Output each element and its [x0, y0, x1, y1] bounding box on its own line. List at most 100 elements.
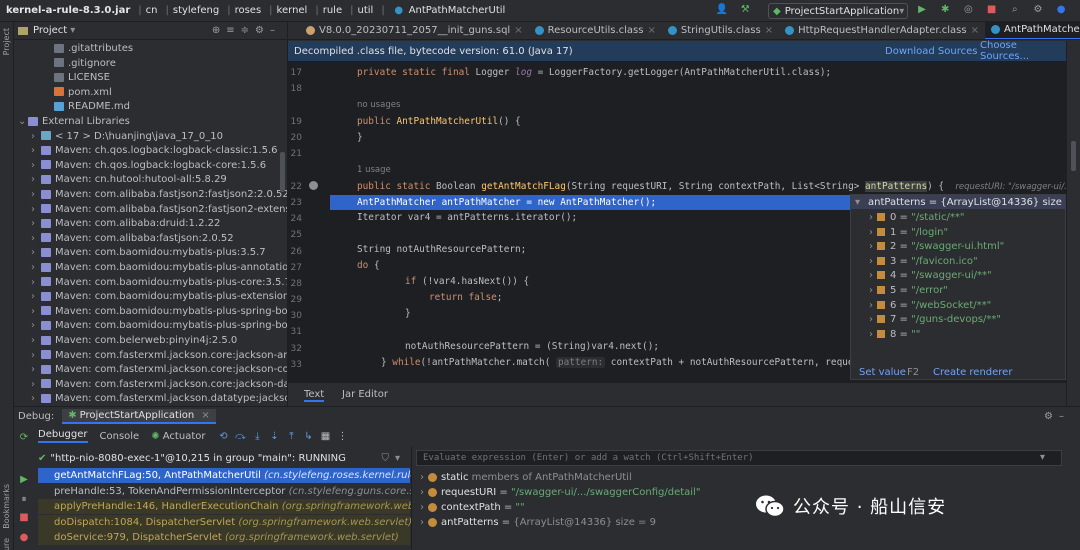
debug-session-tab[interactable]: ✱ ProjectStartApplication ×: [62, 409, 216, 424]
tree-item[interactable]: › Maven: com.belerweb:pinyin4j:2.5.0: [31, 334, 237, 349]
download-sources-link[interactable]: Download Sources: [885, 46, 977, 57]
line-number[interactable]: 32: [282, 344, 302, 354]
tab-text[interactable]: Text: [304, 389, 325, 402]
tree-item[interactable]: › Maven: com.baomidou:mybatis-plus-spring…: [31, 319, 287, 334]
collapse-all-icon[interactable]: ≡: [226, 25, 240, 36]
close-icon[interactable]: ×: [514, 25, 522, 36]
popup-item[interactable]: › 5 = "/error": [869, 284, 948, 299]
tree-item[interactable]: .gitignore: [44, 57, 116, 72]
popup-item[interactable]: › 0 = "/static/**": [869, 211, 965, 226]
gear-icon[interactable]: ⚙: [255, 25, 270, 36]
line-number[interactable]: 17: [282, 68, 302, 78]
tree-item[interactable]: › Maven: com.baomidou:mybatis-plus:3.5.7: [31, 246, 266, 261]
resume-icon[interactable]: ▶: [19, 474, 29, 485]
step-over-icon[interactable]: ⤼: [234, 431, 246, 442]
chevron-right-icon[interactable]: ›: [31, 130, 41, 145]
chevron-right-icon[interactable]: ›: [869, 300, 873, 311]
tree-item[interactable]: › Maven: com.baomidou:mybatis-plus-spring…: [31, 305, 287, 320]
tree-item[interactable]: › Maven: com.fasterxml.jackson.core:jacks…: [31, 349, 287, 364]
chevron-right-icon[interactable]: ›: [420, 472, 424, 483]
variable-popup[interactable]: ▾ antPatterns = {ArrayList@14336} size =…: [850, 194, 1066, 380]
tree-item[interactable]: › Maven: com.fasterxml.jackson.datatype:j…: [31, 392, 287, 407]
chevron-right-icon[interactable]: ›: [420, 502, 424, 513]
evaluate-expression-input[interactable]: Evaluate expression (Enter) or add a wat…: [416, 450, 1062, 466]
chevron-right-icon[interactable]: ›: [31, 188, 41, 203]
variable-row[interactable]: › static members of AntPathMatcherUtil: [420, 470, 632, 485]
chevron-right-icon[interactable]: ›: [31, 392, 41, 407]
chevron-right-icon[interactable]: ›: [869, 285, 873, 296]
chevron-right-icon[interactable]: ›: [31, 349, 41, 364]
tree-item[interactable]: › Maven: ch.qos.logback:logback-classic:1…: [31, 144, 278, 159]
editor-tab[interactable]: V8.0.0_20230711_2057__init_guns.sql ×: [300, 22, 529, 39]
chevron-down-icon[interactable]: ▾: [1040, 452, 1045, 463]
chevron-right-icon[interactable]: ›: [869, 241, 873, 252]
step-into-icon[interactable]: ⤓: [251, 431, 263, 442]
popup-item[interactable]: › 4 = "/swagger-ui/**": [869, 269, 992, 284]
chevron-right-icon[interactable]: ›: [31, 203, 41, 218]
tree-item[interactable]: › Maven: com.baomidou:mybatis-plus-annota…: [31, 261, 287, 276]
variable-row[interactable]: › contextPath = "": [420, 500, 525, 515]
chevron-right-icon[interactable]: ›: [31, 378, 41, 393]
chevron-right-icon[interactable]: ›: [869, 227, 873, 238]
line-number[interactable]: 29: [282, 295, 302, 305]
chevron-down-icon[interactable]: ▾: [855, 197, 860, 208]
set-value-link[interactable]: Set value: [859, 367, 906, 378]
chevron-right-icon[interactable]: ›: [31, 334, 41, 349]
close-icon[interactable]: ×: [201, 410, 209, 421]
chevron-right-icon[interactable]: ›: [869, 270, 873, 281]
popup-item[interactable]: › 2 = "/swagger-ui.html": [869, 240, 1004, 255]
tree-item[interactable]: › Maven: ch.qos.logback:logback-core:1.5.…: [31, 159, 266, 174]
chevron-down-icon[interactable]: ▾: [70, 25, 75, 36]
chevron-right-icon[interactable]: ›: [420, 517, 424, 528]
hammer-icon[interactable]: ⚒: [738, 4, 752, 15]
line-number[interactable]: 23: [282, 198, 302, 208]
gear-icon[interactable]: ⚙: [1044, 411, 1059, 422]
popup-header[interactable]: ▾ antPatterns = {ArrayList@14336} size =…: [851, 195, 1065, 209]
tree-item[interactable]: › < 17 > D:\huanjing\java_17_0_10: [31, 130, 223, 145]
gear-icon[interactable]: ⚙: [1031, 4, 1045, 15]
chevron-right-icon[interactable]: ›: [31, 232, 41, 247]
line-number[interactable]: 18: [282, 84, 302, 94]
tree-item[interactable]: › Maven: com.baomidou:mybatis-plus-extens…: [31, 290, 287, 305]
tree-item[interactable]: › Maven: com.alibaba.fastjson2:fastjson2-…: [31, 203, 287, 218]
stop-icon[interactable]: ■: [985, 4, 999, 15]
breadcrumb-kernel[interactable]: kernel: [277, 5, 308, 16]
minimize-icon[interactable]: –: [270, 25, 281, 36]
project-panel-title[interactable]: Project: [33, 25, 67, 36]
line-number[interactable]: 19: [282, 117, 302, 127]
pause-icon[interactable]: ⏸: [19, 494, 29, 505]
breadcrumb-rule[interactable]: rule: [323, 5, 342, 16]
variable-row[interactable]: › requestURI = "/swagger-ui/.../swaggerCo…: [420, 485, 700, 500]
stack-frame[interactable]: applyPreHandle:146, HandlerExecutionChai…: [38, 499, 411, 514]
line-number[interactable]: 20: [282, 133, 302, 143]
tree-item[interactable]: › Maven: com.alibaba:druid:1.2.22: [31, 217, 220, 232]
close-icon[interactable]: ×: [765, 25, 773, 36]
chevron-right-icon[interactable]: ›: [31, 217, 41, 232]
usage-hint[interactable]: no usages: [357, 100, 400, 110]
popup-item[interactable]: › 7 = "/guns-devops/**": [869, 313, 1001, 328]
breadcrumb-util[interactable]: util: [357, 5, 373, 16]
create-renderer-link[interactable]: Create renderer: [933, 367, 1012, 378]
chevron-right-icon[interactable]: ›: [31, 173, 41, 188]
stack-frame[interactable]: doDispatch:1084, DispatcherServlet (org.…: [38, 514, 411, 530]
editor-tab[interactable]: HttpRequestHandlerAdapter.class ×: [779, 22, 985, 39]
rerun-icon[interactable]: ⟲: [217, 431, 229, 442]
tree-item[interactable]: › Maven: com.baomidou:mybatis-plus-core:3…: [31, 276, 287, 291]
tree-item[interactable]: › Maven: com.fasterxml.jackson.core:jacks…: [31, 378, 287, 393]
coverage-icon[interactable]: ◎: [961, 4, 975, 15]
filter-icon[interactable]: ⛉: [381, 453, 395, 464]
popup-item[interactable]: › 1 = "/login": [869, 226, 948, 241]
editor-tab[interactable]: AntPathMatcherUtil.class×: [984, 22, 1080, 39]
line-number[interactable]: 27: [282, 263, 302, 273]
bookmarks-tool-label[interactable]: Bookmarks: [2, 484, 11, 529]
structure-tool-label[interactable]: Structure: [2, 538, 11, 550]
stack-frame[interactable]: doService:979, DispatcherServlet (org.sp…: [38, 530, 410, 545]
chevron-right-icon[interactable]: ›: [31, 144, 41, 159]
chevron-right-icon[interactable]: ⌄: [18, 115, 28, 130]
breadcrumb-jar[interactable]: kernel-a-rule-8.3.0.jar: [6, 5, 130, 16]
tree-item[interactable]: › Maven: com.alibaba:fastjson:2.0.52: [31, 232, 234, 247]
line-number[interactable]: 21: [282, 149, 302, 159]
breakpoints-icon[interactable]: ●: [19, 532, 29, 543]
chevron-right-icon[interactable]: ›: [869, 329, 873, 340]
tab-overflow[interactable]: [288, 22, 300, 39]
